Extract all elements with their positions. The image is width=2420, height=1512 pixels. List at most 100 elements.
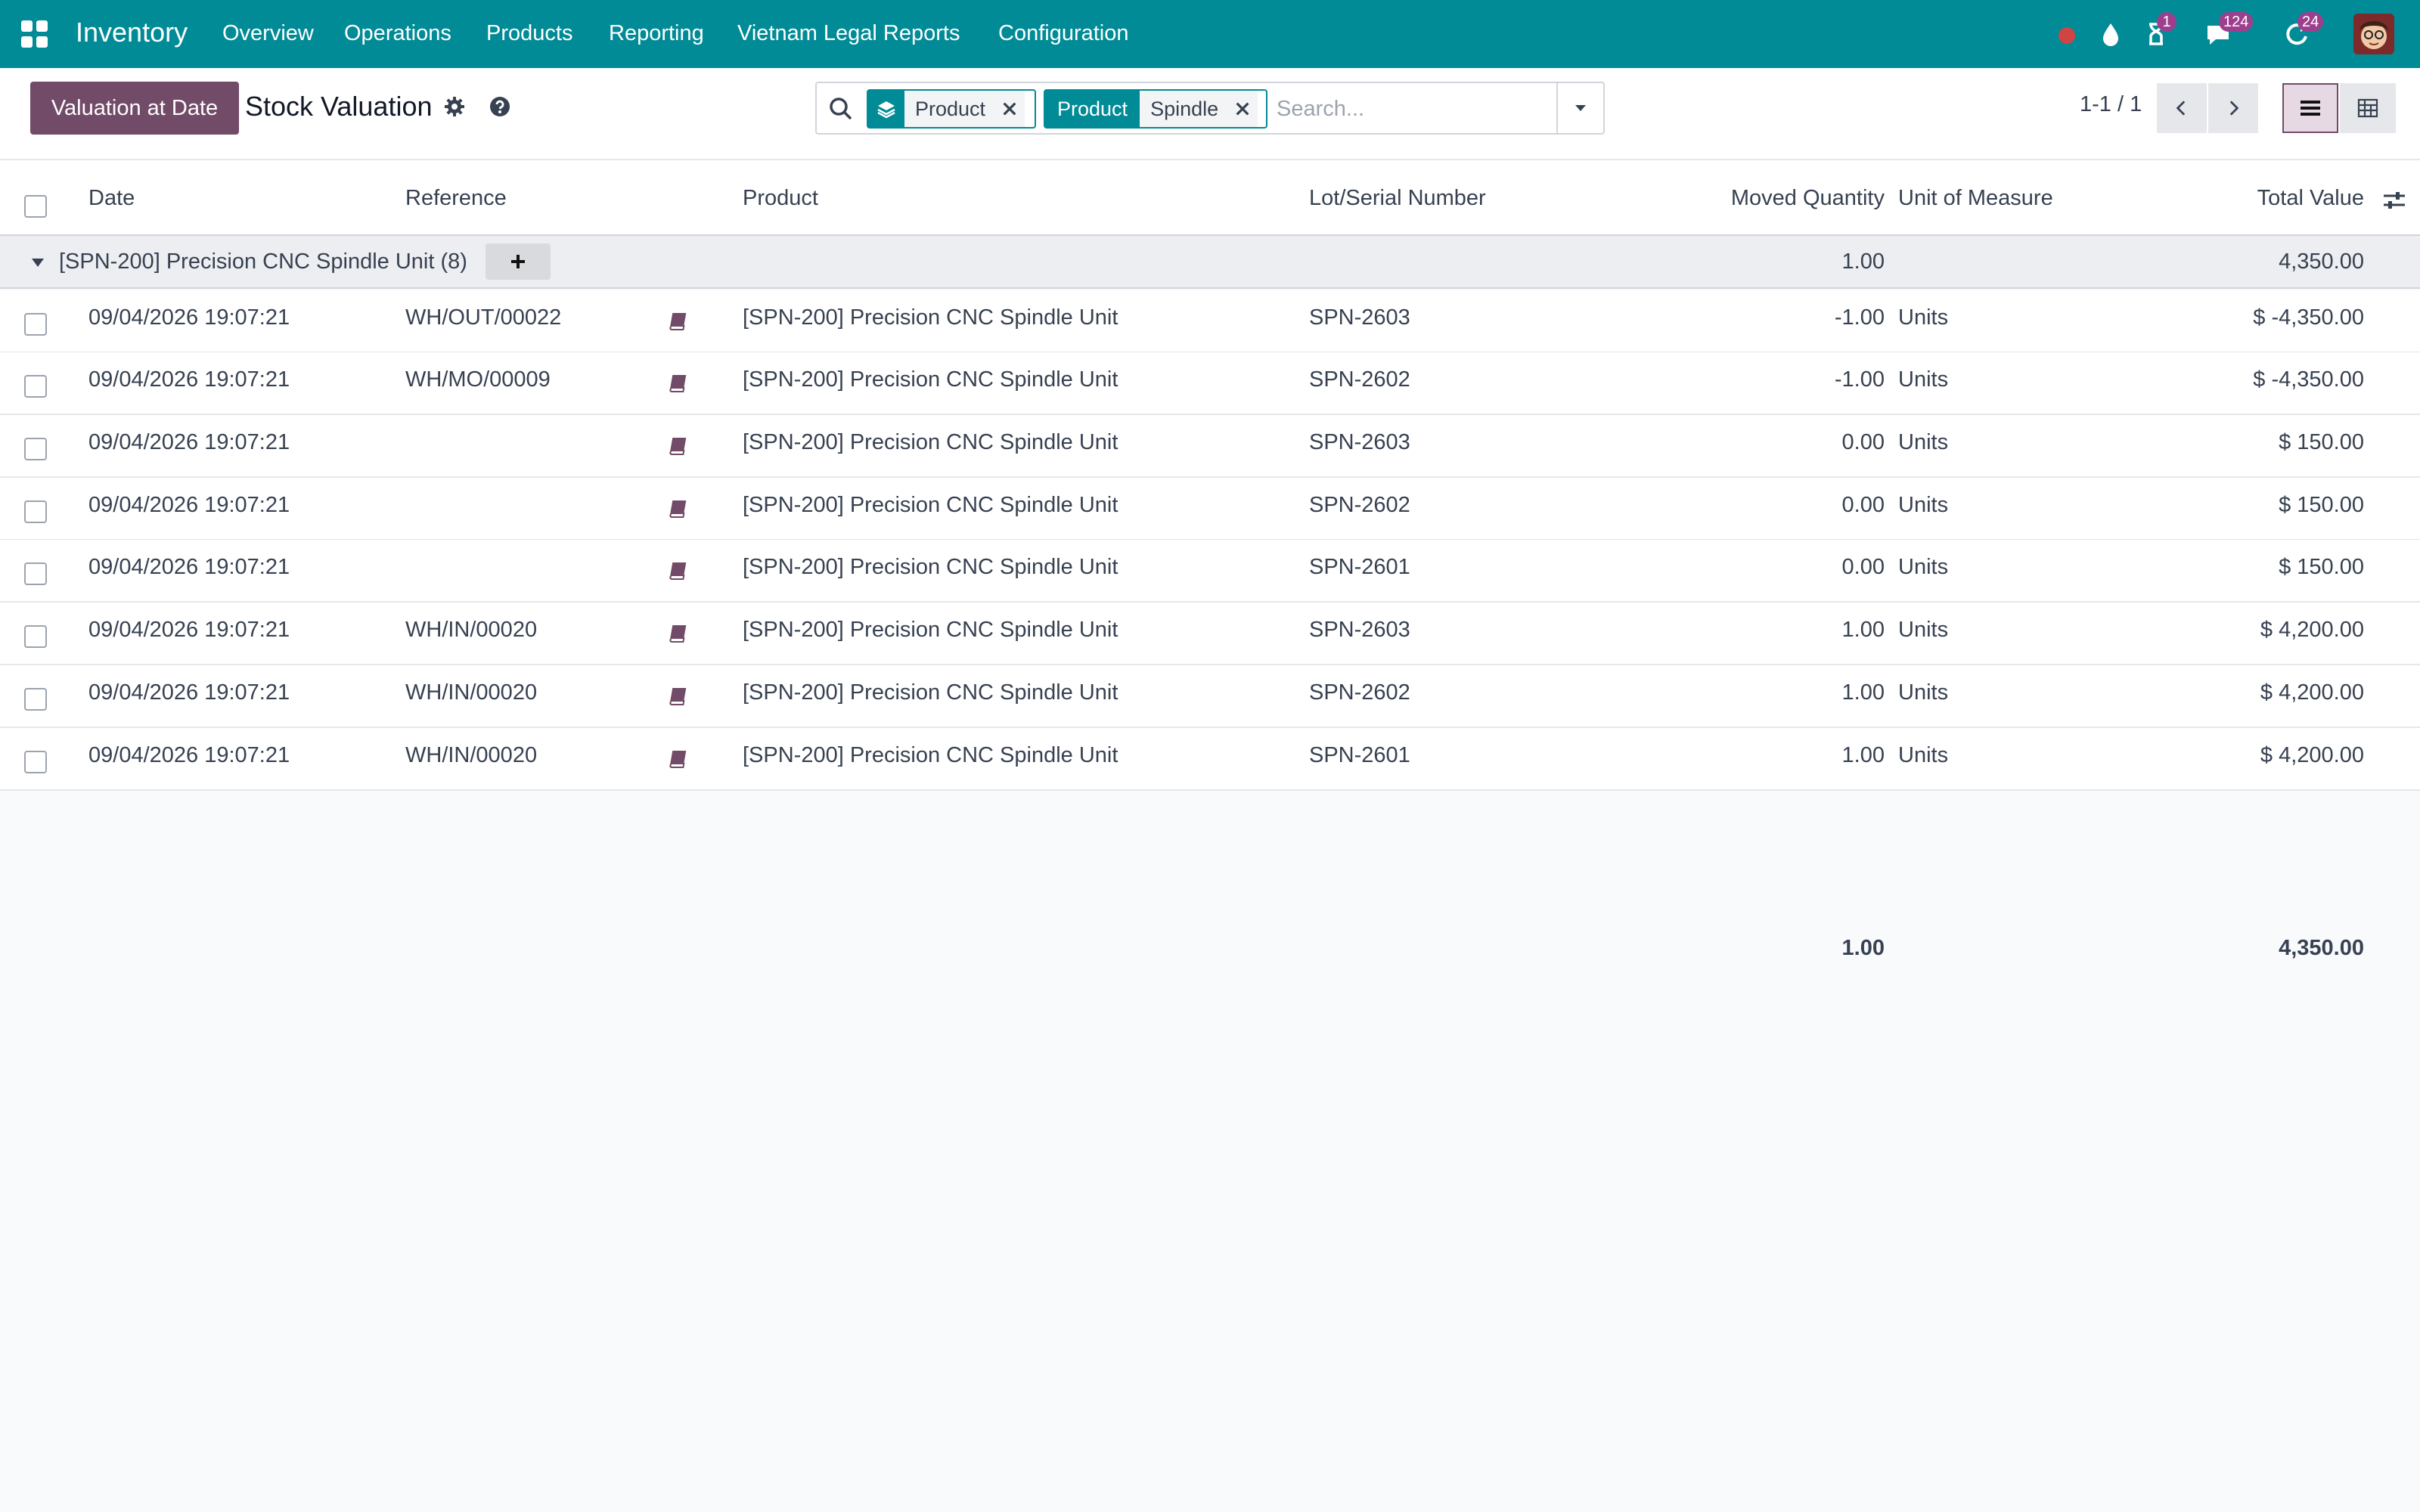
remove-facet-groupby[interactable]	[994, 91, 1025, 127]
row-product: [SPN-200] Precision CNC Spindle Unit	[743, 493, 1118, 517]
table-row[interactable]: 09/04/2026 19:07:21 WH/IN/00020 [SPN-200] …	[0, 603, 2420, 665]
row-unit-of-measure: Units	[1898, 555, 1949, 579]
book-icon[interactable]	[666, 435, 688, 457]
table-row[interactable]: 09/04/2026 19:07:21 WH/IN/00020 [SPN-200] …	[0, 728, 2420, 791]
app-brand[interactable]: Inventory	[76, 17, 188, 48]
header-date[interactable]: Date	[88, 186, 135, 211]
search-options-toggle[interactable]	[1556, 83, 1603, 133]
table-row[interactable]: 09/04/2026 19:07:21 [SPN-200] Precision C…	[0, 415, 2420, 478]
valuation-at-date-button[interactable]: Valuation at Date	[30, 82, 239, 135]
filter-facet-value: Spindle	[1140, 91, 1228, 127]
book-icon[interactable]	[666, 622, 688, 645]
row-unit-of-measure: Units	[1898, 680, 1949, 705]
row-moved-quantity: 0.00	[1841, 555, 1885, 579]
table-header: Date Reference Product Lot/Serial Number…	[0, 160, 2420, 236]
header-unit-of-measure[interactable]: Unit of Measure	[1898, 186, 2053, 211]
row-unit-of-measure: Units	[1898, 430, 1949, 454]
row-unit-of-measure: Units	[1898, 743, 1949, 767]
row-checkbox[interactable]	[24, 313, 47, 336]
row-date: 09/04/2026 19:07:21	[88, 680, 290, 705]
row-unit-of-measure: Units	[1898, 367, 1949, 392]
row-reference: WH/IN/00020	[405, 618, 538, 642]
group-label: [SPN-200] Precision CNC Spindle Unit (8)	[59, 249, 467, 274]
record-icon[interactable]	[2052, 20, 2081, 48]
group-row[interactable]: [SPN-200] Precision CNC Spindle Unit (8)…	[0, 236, 2420, 289]
row-checkbox[interactable]	[24, 751, 47, 773]
menu-configuration[interactable]: Configuration	[998, 21, 1129, 46]
header-total-value[interactable]: Total Value	[2193, 186, 2364, 211]
activity-badge: 1	[2157, 12, 2176, 32]
row-unit-of-measure: Units	[1898, 618, 1949, 642]
optional-columns-icon[interactable]	[2382, 189, 2406, 212]
row-product: [SPN-200] Precision CNC Spindle Unit	[743, 555, 1118, 579]
avatar[interactable]	[2353, 14, 2394, 54]
book-icon[interactable]	[666, 310, 688, 333]
messages-button[interactable]: 124	[2204, 12, 2254, 48]
row-product: [SPN-200] Precision CNC Spindle Unit	[743, 618, 1118, 642]
row-checkbox[interactable]	[24, 688, 47, 711]
header-moved-quantity[interactable]: Moved Quantity	[1679, 186, 1885, 211]
row-product: [SPN-200] Precision CNC Spindle Unit	[743, 305, 1118, 330]
row-reference: WH/IN/00020	[405, 680, 538, 705]
row-lot-serial: SPN-2603	[1309, 618, 1410, 642]
menu-operations[interactable]: Operations	[344, 21, 451, 46]
row-lot-serial: SPN-2603	[1309, 430, 1410, 454]
row-date: 09/04/2026 19:07:21	[88, 367, 290, 392]
book-icon[interactable]	[666, 372, 688, 395]
row-checkbox[interactable]	[24, 438, 47, 460]
pivot-view-button[interactable]	[2340, 83, 2396, 133]
book-icon[interactable]	[666, 748, 688, 770]
table-row[interactable]: 09/04/2026 19:07:21 [SPN-200] Precision C…	[0, 540, 2420, 603]
table-row[interactable]: 09/04/2026 19:07:21 [SPN-200] Precision C…	[0, 478, 2420, 541]
row-total-value: $ 4,200.00	[2260, 618, 2364, 642]
pager-value[interactable]: 1-1 / 1	[2080, 92, 2142, 117]
row-moved-quantity: 0.00	[1841, 493, 1885, 517]
search-icon[interactable]	[827, 95, 855, 122]
remove-facet-filter[interactable]	[1227, 91, 1258, 127]
menu-products[interactable]: Products	[486, 21, 572, 46]
search-input[interactable]	[1277, 91, 1541, 127]
messages-badge: 124	[2219, 12, 2254, 32]
book-icon[interactable]	[666, 559, 688, 582]
row-total-value: $ 150.00	[2279, 430, 2364, 454]
row-checkbox[interactable]	[24, 562, 47, 585]
row-checkbox[interactable]	[24, 375, 47, 398]
table-row[interactable]: 09/04/2026 19:07:21 WH/OUT/00022 [SPN-200]…	[0, 290, 2420, 353]
filter-facet: Product Spindle	[1044, 89, 1267, 129]
row-checkbox[interactable]	[24, 625, 47, 648]
pager-previous[interactable]	[2157, 83, 2207, 133]
apps-icon[interactable]	[21, 20, 48, 48]
row-lot-serial: SPN-2601	[1309, 743, 1410, 767]
row-lot-serial: SPN-2602	[1309, 367, 1410, 392]
row-checkbox[interactable]	[24, 500, 47, 523]
header-reference[interactable]: Reference	[405, 186, 507, 211]
gear-icon[interactable]	[443, 95, 466, 118]
top-navbar: Inventory Overview Operations Products R…	[0, 0, 2420, 68]
chevron-left-icon	[2176, 101, 2186, 116]
group-add-button[interactable]	[486, 243, 551, 280]
list-view-button[interactable]	[2282, 83, 2338, 133]
filter-facet-label: Product	[1045, 91, 1140, 127]
book-icon[interactable]	[666, 497, 688, 520]
menu-vietnam-legal-reports[interactable]: Vietnam Legal Reports	[737, 21, 960, 46]
droplet-icon[interactable]	[2096, 20, 2125, 48]
header-product[interactable]: Product	[743, 186, 818, 211]
menu-reporting[interactable]: Reporting	[609, 21, 704, 46]
menu-overview[interactable]: Overview	[222, 21, 314, 46]
header-lot-serial[interactable]: Lot/Serial Number	[1309, 186, 1486, 211]
row-moved-quantity: 1.00	[1841, 680, 1885, 705]
table-row[interactable]: 09/04/2026 19:07:21 WH/MO/00009 [SPN-200] …	[0, 352, 2420, 415]
row-product: [SPN-200] Precision CNC Spindle Unit	[743, 367, 1118, 392]
row-date: 09/04/2026 19:07:21	[88, 618, 290, 642]
row-lot-serial: SPN-2602	[1309, 493, 1410, 517]
row-unit-of-measure: Units	[1898, 305, 1949, 330]
updates-button[interactable]: 24	[2282, 12, 2324, 48]
search-bar: Product Product Spindle	[815, 82, 1605, 135]
row-moved-quantity: -1.00	[1834, 305, 1885, 330]
help-icon[interactable]	[489, 95, 511, 118]
activity-button[interactable]: 1	[2142, 12, 2176, 48]
pager-next[interactable]	[2208, 83, 2258, 133]
table-row[interactable]: 09/04/2026 19:07:21 WH/IN/00020 [SPN-200] …	[0, 665, 2420, 728]
book-icon[interactable]	[666, 685, 688, 708]
select-all-checkbox[interactable]	[24, 195, 47, 218]
